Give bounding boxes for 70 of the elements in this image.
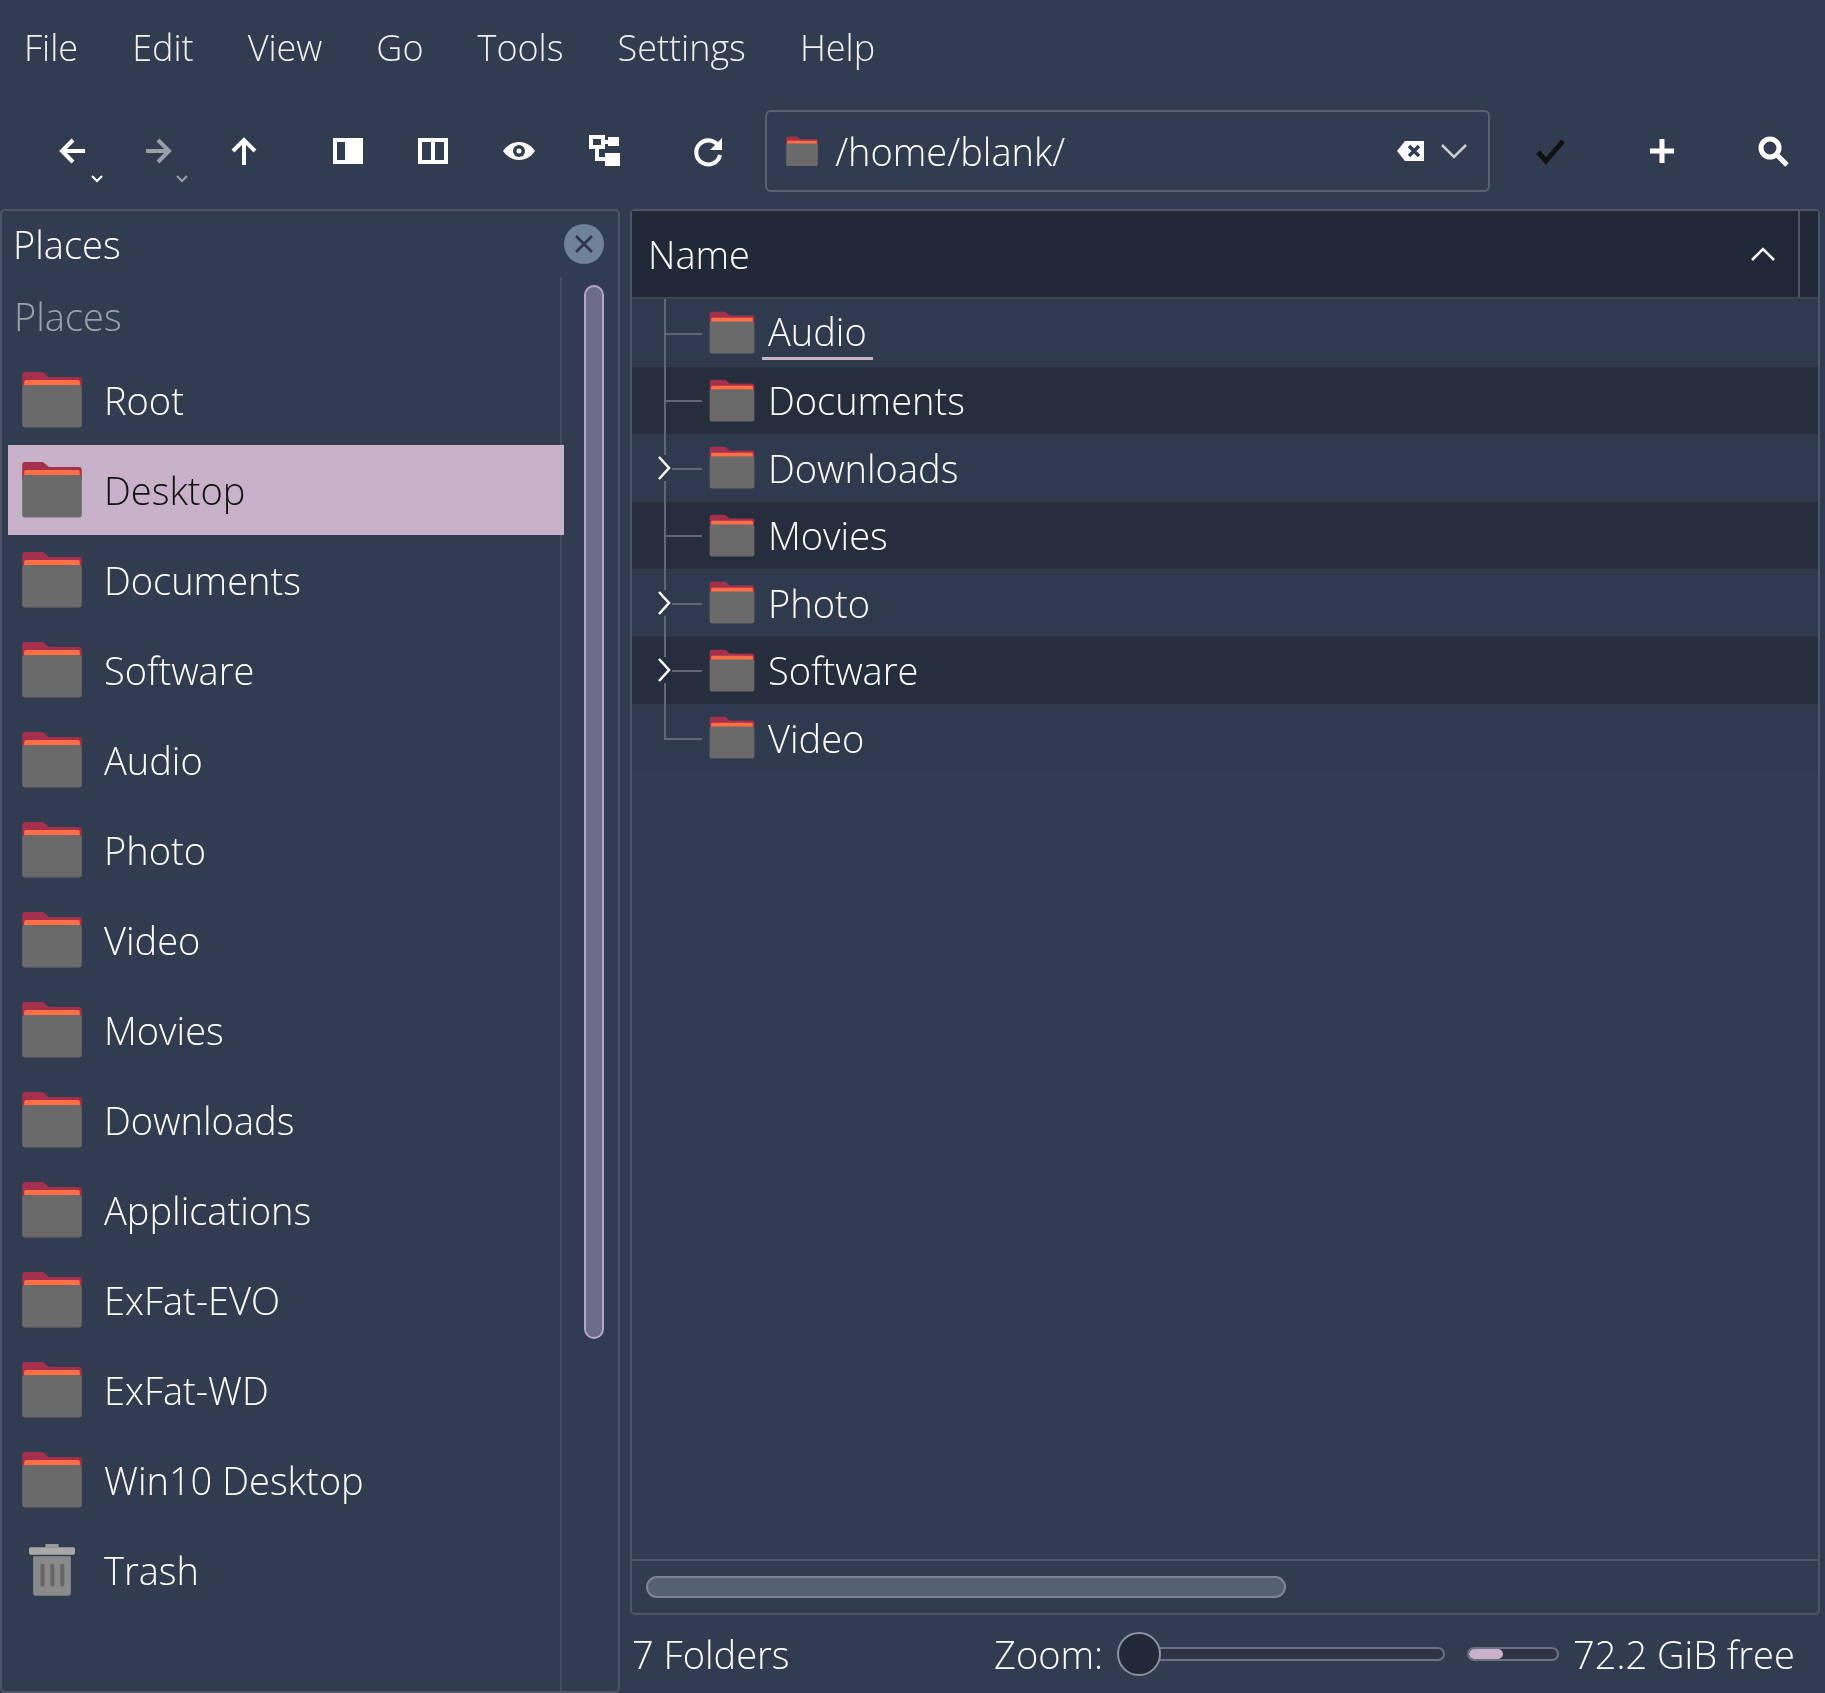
folder-icon [20,1091,84,1149]
path-input[interactable]: /home/blank/ [833,124,1383,178]
folder-icon [20,1361,84,1419]
place-item[interactable]: Documents [8,535,564,625]
tree-view-icon [586,133,623,169]
folder-icon [20,641,84,699]
item-count: 7 Folders [632,1628,791,1680]
folder-icon [20,1451,84,1509]
place-item[interactable]: Video [8,895,564,985]
folder-icon [708,648,756,692]
menu-item[interactable]: Tools [467,23,608,72]
file-name: Software [768,644,919,697]
file-name: Movies [768,509,888,562]
place-item[interactable]: Photo [8,805,564,895]
folder-icon [708,311,756,355]
folder-icon [20,1181,84,1239]
place-item[interactable]: Applications [8,1165,564,1255]
menu-item[interactable]: Edit [122,23,238,72]
panel-title: Places [13,218,121,270]
menu-item[interactable]: View [237,23,367,72]
chevron-down-icon [1440,143,1469,159]
folder-icon [708,446,756,490]
place-item[interactable]: Trash [8,1525,564,1615]
place-item[interactable]: Software [8,625,564,715]
folder-icon [20,461,84,519]
caret-down-icon [89,174,104,183]
place-item[interactable]: Downloads [8,1075,564,1165]
folder-icon [20,821,84,879]
menu-item[interactable]: Help [789,23,920,72]
free-space: 72.2 GiB free [1573,1628,1795,1680]
clear-icon [1396,139,1427,163]
close-button[interactable] [564,224,604,264]
file-name: Documents [768,374,965,427]
menu-item[interactable]: Go [366,23,468,72]
folder-icon [708,716,756,760]
folder-icon [20,1001,84,1059]
folder-icon [708,581,756,625]
place-item[interactable]: Desktop [8,445,564,535]
scrollbar-thumb[interactable] [584,285,604,1339]
folder-icon [20,911,84,969]
folder-icon [708,378,756,422]
scrollbar-thumb[interactable] [646,1576,1286,1598]
file-name: Video [768,711,865,764]
menu-item[interactable]: Settings [607,23,790,72]
close-icon [573,233,595,255]
place-item[interactable]: Movies [8,985,564,1075]
group-heading: Places [13,289,123,344]
file-name: Photo [768,576,870,629]
trash-icon [27,1543,77,1597]
tree-row[interactable]: Documents [632,366,1818,434]
file-name: Audio [762,305,873,361]
folder-icon [785,135,820,167]
location-field[interactable]: /home/blank/ [765,110,1491,192]
file-name: Downloads [768,441,959,494]
place-item[interactable]: ExFat-WD [8,1345,564,1435]
caret-down-icon [175,174,190,183]
folder-icon [20,1271,84,1329]
place-item[interactable]: Root [8,355,564,445]
folder-icon [20,371,84,429]
folder-icon [20,551,84,609]
place-item[interactable]: Win10 Desktop [8,1435,564,1525]
sort-ascending-icon [1750,246,1776,262]
tree-row[interactable]: Movies [632,501,1818,569]
place-item[interactable]: ExFat-EVO [8,1255,564,1345]
zoom-label: Zoom: [994,1628,1104,1680]
place-item[interactable]: Audio [8,715,564,805]
menu-item[interactable]: File [14,23,123,72]
tree-row[interactable]: Software [632,636,1818,704]
folder-icon [708,513,756,557]
folder-icon [20,731,84,789]
